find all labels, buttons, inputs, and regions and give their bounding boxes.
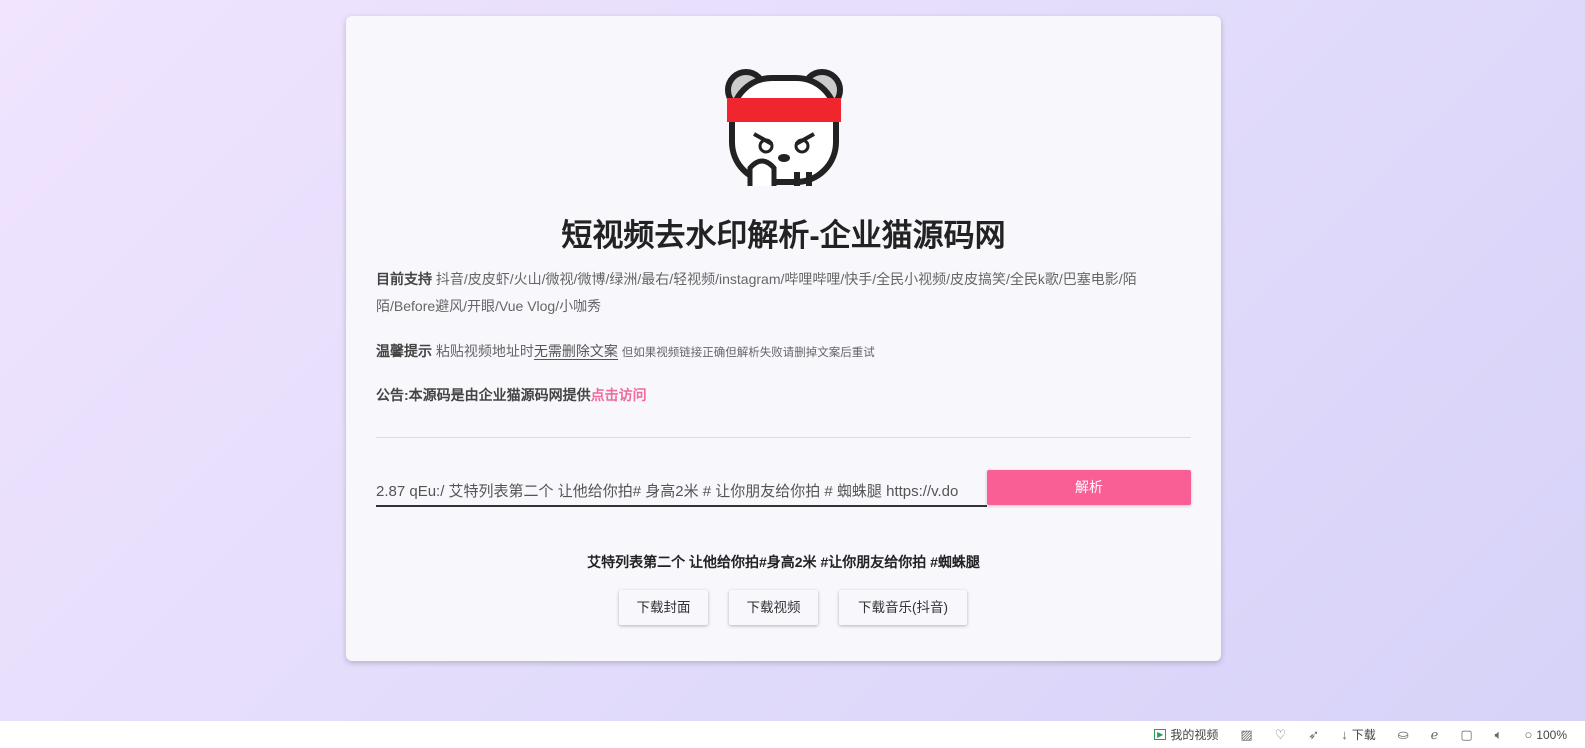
- browser-statusbar: ▶ 我的视频 ▨ ♡ ➶ ↓ 下载 ⛀ ℯ ▢ 🔈︎ ○ 100%: [0, 721, 1585, 748]
- my-video-label: 我的视频: [1170, 728, 1219, 742]
- bear-logo: [725, 69, 843, 186]
- support-text: 目前支持 抖音/皮皮虾/火山/微视/微博/绿洲/最右/轻视频/instagram…: [376, 266, 1191, 320]
- my-video-button[interactable]: ▶ 我的视频: [1154, 726, 1218, 743]
- notice: 公告:本源码是由企业猫源码网提供点击访问: [376, 382, 1191, 409]
- tip-label: 温馨提示: [376, 343, 432, 359]
- divider: [376, 437, 1191, 438]
- ie-icon[interactable]: ℯ: [1431, 727, 1439, 743]
- download-video-button[interactable]: 下载视频: [729, 590, 818, 625]
- download-cover-button[interactable]: 下载封面: [619, 590, 708, 625]
- sound-icon[interactable]: 🔈︎: [1495, 727, 1503, 743]
- notice-text: 公告:本源码是由企业猫源码网提供: [376, 387, 591, 403]
- parse-button[interactable]: 解析: [987, 470, 1191, 505]
- download-label: 下载: [1351, 728, 1376, 742]
- search-icon: ○: [1524, 727, 1533, 742]
- tip-underlined: 无需删除文案: [533, 343, 618, 360]
- zoom-level: 100%: [1536, 727, 1567, 742]
- incognito-icon[interactable]: ⛀: [1398, 727, 1409, 743]
- main-card: 短视频去水印解析-企业猫源码网 目前支持 抖音/皮皮虾/火山/微视/微博/绿洲/…: [346, 16, 1221, 661]
- support-label: 目前支持: [376, 271, 432, 287]
- download-music-button[interactable]: 下载音乐(抖音): [839, 590, 967, 625]
- page-title: 短视频去水印解析-企业猫源码网: [561, 218, 1006, 253]
- arrow-down-icon: ↓: [1341, 727, 1348, 742]
- window-icon[interactable]: ▢: [1460, 727, 1472, 743]
- url-input[interactable]: 2.87 qEu:/ 艾特列表第二个 让他给你拍# 身高2米 # 让你朋友给你拍…: [376, 472, 987, 507]
- tip-small: 但如果视频链接正确但解析失败请删掉文案后重试: [621, 347, 875, 359]
- heart-icon[interactable]: ♡: [1275, 727, 1287, 743]
- support-list: 抖音/皮皮虾/火山/微视/微博/绿洲/最右/轻视频/instagram/哔哩哔哩…: [376, 271, 1137, 314]
- tip-body: 粘贴视频地址时: [435, 343, 534, 359]
- play-icon: ▶: [1154, 729, 1167, 740]
- download-button[interactable]: ↓ 下载: [1341, 726, 1376, 743]
- visit-link[interactable]: 点击访问: [591, 387, 647, 403]
- video-title: 艾特列表第二个 让他给你拍#身高2米 #让你朋友给你拍 #蜘蛛腿: [587, 554, 980, 570]
- image-icon[interactable]: ▨: [1240, 727, 1252, 743]
- rocket-icon[interactable]: ➶: [1308, 727, 1319, 743]
- tip-text: 温馨提示 粘贴视频地址时无需删除文案 但如果视频链接正确但解析失败请删掉文案后重…: [376, 338, 1191, 367]
- zoom-control[interactable]: ○ 100%: [1524, 727, 1567, 742]
